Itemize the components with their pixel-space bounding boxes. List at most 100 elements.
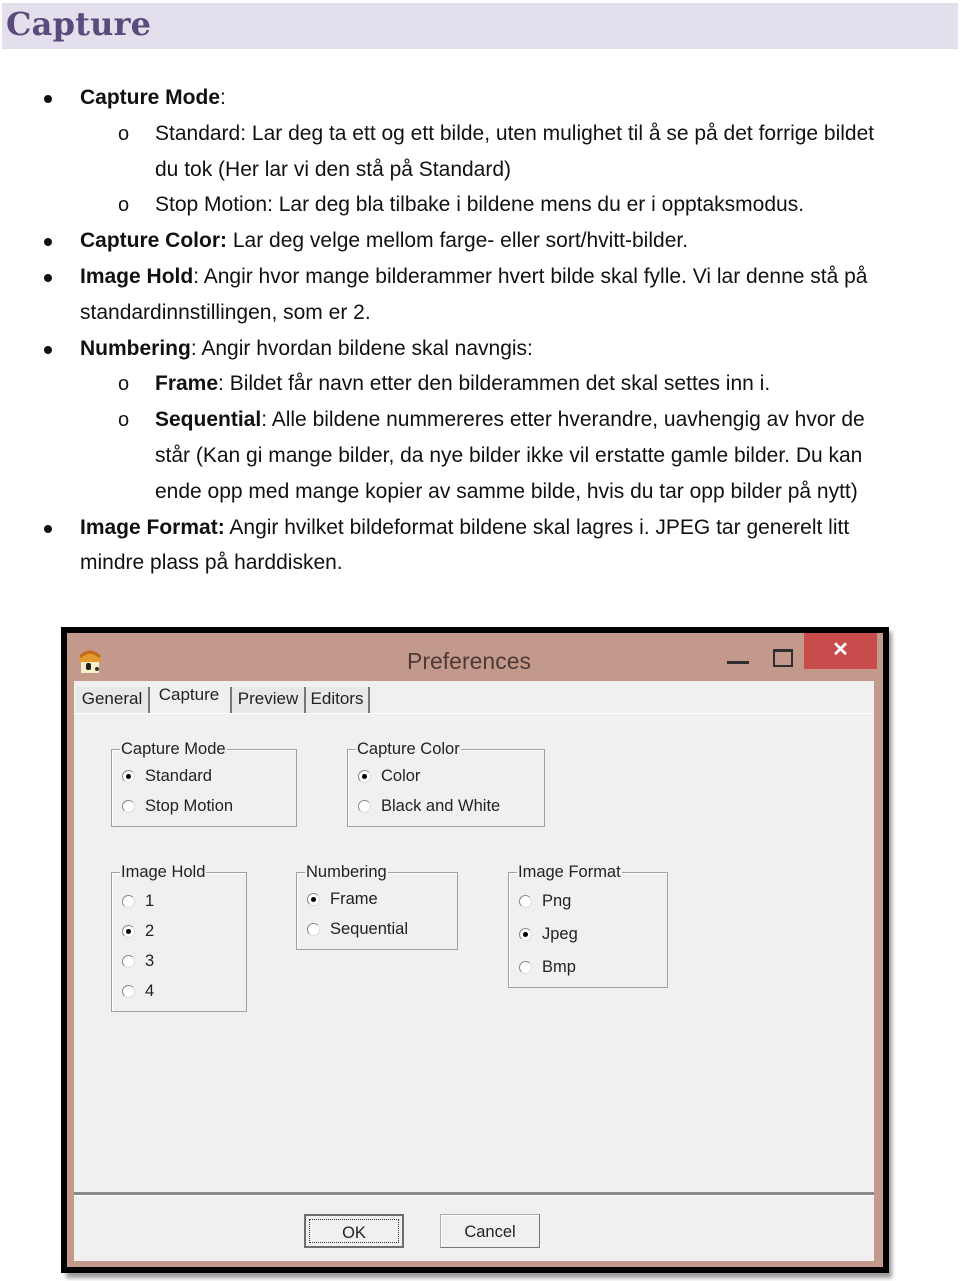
- bullet-icon: [44, 95, 52, 103]
- tab-general[interactable]: General: [76, 687, 150, 713]
- text-continuation: standardinnstillingen, som er 2.: [80, 299, 371, 327]
- preferences-window: Preferences ✕ General Capture Preview Ed…: [61, 627, 889, 1273]
- radio-hold-1[interactable]: 1: [122, 891, 154, 911]
- radio-label: Jpeg: [542, 925, 578, 943]
- radio-stop-motion[interactable]: Stop Motion: [122, 796, 233, 816]
- sub-list-item: Standard: Lar deg ta ett og ett bilde, u…: [155, 120, 874, 148]
- close-icon: ✕: [832, 639, 849, 661]
- tab-preview[interactable]: Preview: [230, 687, 306, 713]
- group-capture-color: Capture Color Color Black and White: [347, 739, 545, 827]
- group-numbering: Numbering Frame Sequential: [296, 862, 458, 950]
- window-frame: Preferences ✕ General Capture Preview Ed…: [67, 633, 883, 1267]
- ok-button[interactable]: OK: [304, 1214, 404, 1248]
- group-label: Image Format: [517, 862, 622, 882]
- list-item: Capture Color: Lar deg velge mellom farg…: [80, 227, 688, 255]
- radio-label: 2: [145, 922, 155, 940]
- sub-bullet-icon: o: [118, 123, 130, 145]
- radio-label: Standard: [145, 767, 212, 785]
- tab-capture[interactable]: Capture: [150, 683, 228, 713]
- sub-list-item: Stop Motion: Lar deg bla tilbake i bilde…: [155, 191, 804, 219]
- term: Image Hold: [80, 265, 194, 288]
- bullet-icon: [44, 525, 52, 533]
- radio-circle: [307, 923, 320, 936]
- radio-circle: [358, 800, 371, 813]
- radio-label: Color: [381, 767, 421, 785]
- radio-label: 3: [145, 952, 155, 970]
- term: Sequential: [155, 408, 262, 431]
- radio-sequential[interactable]: Sequential: [307, 919, 408, 939]
- button-area-divider: [74, 1192, 874, 1196]
- focus-rect: [309, 1219, 399, 1243]
- cancel-label: Cancel: [464, 1223, 516, 1241]
- group-image-format: Image Format Png Jpeg Bmp: [508, 862, 668, 988]
- list-item: Capture Mode:: [80, 84, 226, 112]
- term: Capture Mode: [80, 86, 221, 109]
- description: ende opp med mange kopier av samme bilde…: [155, 480, 858, 503]
- radio-circle: [122, 895, 135, 908]
- minimize-icon[interactable]: [727, 661, 749, 664]
- radio-label: Black and White: [381, 797, 501, 815]
- radio-hold-3[interactable]: 3: [122, 951, 154, 971]
- group-image-hold: Image Hold 1 2 3 4: [111, 862, 247, 1012]
- close-button[interactable]: ✕: [804, 633, 877, 669]
- radio-circle: [307, 893, 320, 906]
- text-continuation: mindre plass på harddisken.: [80, 549, 343, 577]
- radio-label: 1: [145, 892, 155, 910]
- list-item: Numbering: Angir hvordan bildene skal na…: [80, 335, 533, 363]
- list-item: Image Hold: Angir hvor mange bilderammer…: [80, 263, 867, 291]
- term: Numbering: [80, 337, 191, 360]
- radio-frame[interactable]: Frame: [307, 889, 378, 909]
- window-title-text: Preferences: [406, 648, 531, 674]
- radio-black-and-white[interactable]: Black and White: [358, 796, 500, 816]
- description: :: [220, 86, 226, 109]
- radio-hold-2[interactable]: 2: [122, 921, 154, 941]
- radio-label: Sequential: [330, 920, 408, 938]
- radio-circle: [122, 955, 135, 968]
- text-continuation: ende opp med mange kopier av samme bilde…: [155, 478, 858, 506]
- sub-bullet-icon: o: [118, 194, 130, 216]
- description: Angir hvilket bildeformat bildene skal l…: [224, 516, 850, 539]
- window-title: Preferences: [67, 648, 883, 675]
- tab-strip: General Capture Preview Editors: [74, 681, 874, 715]
- radio-standard[interactable]: Standard: [122, 766, 212, 786]
- radio-circle: [122, 800, 135, 813]
- radio-label: 4: [145, 982, 155, 1000]
- cancel-button[interactable]: Cancel: [440, 1214, 540, 1248]
- radio-label: Png: [542, 892, 572, 910]
- radio-circle: [519, 928, 532, 941]
- radio-circle: [122, 985, 135, 998]
- description: : Bildet får navn etter den bilderammen …: [218, 372, 771, 395]
- tab-editors[interactable]: Editors: [306, 687, 370, 713]
- radio-jpeg[interactable]: Jpeg: [519, 924, 578, 944]
- radio-circle: [122, 770, 135, 783]
- description: mindre plass på harddisken.: [80, 551, 343, 574]
- radio-label: Stop Motion: [145, 797, 234, 815]
- maximize-icon[interactable]: [773, 649, 793, 667]
- radio-hold-4[interactable]: 4: [122, 981, 154, 1001]
- term: Capture Color:: [80, 229, 227, 252]
- description: : Angir hvor mange bilderammer hvert bil…: [193, 265, 868, 288]
- sub-bullet-icon: o: [118, 409, 130, 431]
- sub-list-item: Frame: Bildet får navn etter den bildera…: [155, 370, 770, 398]
- description: du tok (Her lar vi den stå på Standard): [155, 158, 512, 181]
- bullet-icon: [44, 238, 52, 246]
- dialog-client: General Capture Preview Editors Capture …: [74, 681, 874, 1261]
- radio-circle: [122, 925, 135, 938]
- group-label: Image Hold: [120, 862, 207, 882]
- bullet-icon: [44, 346, 52, 354]
- sub-list-item: Sequential: Alle bildene nummereres ette…: [155, 406, 865, 434]
- description: Standard: Lar deg ta ett og ett bilde, u…: [155, 122, 875, 145]
- tab-panel-edge: [74, 713, 874, 714]
- radio-png[interactable]: Png: [519, 891, 571, 911]
- heading-bar: Capture: [2, 3, 958, 49]
- bullet-icon: [44, 274, 52, 282]
- radio-bmp[interactable]: Bmp: [519, 957, 576, 977]
- text-continuation: du tok (Her lar vi den stå på Standard): [155, 156, 511, 184]
- radio-color[interactable]: Color: [358, 766, 420, 786]
- term: Frame: [155, 372, 219, 395]
- group-label: Capture Mode: [120, 739, 227, 759]
- title-bar[interactable]: Preferences ✕: [67, 633, 883, 680]
- group-label: Capture Color: [356, 739, 461, 759]
- sub-bullet-icon: o: [118, 373, 130, 395]
- term: Image Format:: [80, 516, 225, 539]
